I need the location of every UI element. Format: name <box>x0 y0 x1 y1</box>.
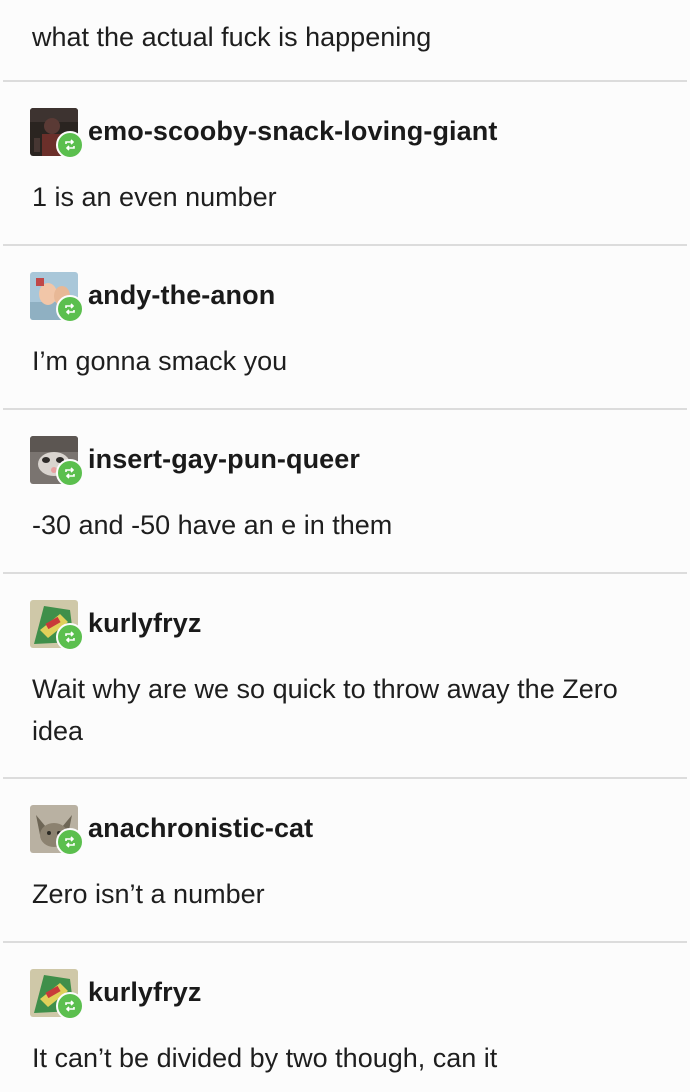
post-divider <box>3 777 687 779</box>
post-username[interactable]: insert-gay-pun-queer <box>88 442 360 476</box>
reblog-icon <box>56 459 84 487</box>
post-text: It can’t be divided by two though, can i… <box>32 1043 498 1073</box>
post-header: kurlyfryz <box>30 969 670 1025</box>
post-header: kurlyfryz <box>30 600 670 656</box>
post-text: 1 is an even number <box>32 182 277 212</box>
post-divider <box>3 572 687 574</box>
reblog-icon <box>56 623 84 651</box>
reblog-icon <box>56 131 84 159</box>
post-text: Wait why are we so quick to throw away t… <box>32 674 618 746</box>
post-username[interactable]: emo-scooby-snack-loving-giant <box>88 114 497 148</box>
post-text: I’m gonna smack you <box>32 346 288 376</box>
reblog-thread: what the actual fuck is happening emo-sc… <box>0 0 690 1092</box>
post-divider <box>3 408 687 410</box>
post-username[interactable]: anachronistic-cat <box>88 811 313 845</box>
post-header: andy-the-anon <box>30 272 670 328</box>
post-divider <box>3 941 687 943</box>
post-username[interactable]: kurlyfryz <box>88 606 201 640</box>
post-divider <box>3 80 687 82</box>
thread-top-text: what the actual fuck is happening <box>32 22 432 52</box>
post-header: anachronistic-cat <box>30 805 670 861</box>
reblog-icon <box>56 828 84 856</box>
post-text: -30 and -50 have an e in them <box>32 510 393 540</box>
post-username[interactable]: andy-the-anon <box>88 278 275 312</box>
post-header: insert-gay-pun-queer <box>30 436 670 492</box>
post-text: Zero isn’t a number <box>32 879 265 909</box>
post-header: emo-scooby-snack-loving-giant <box>30 108 670 164</box>
reblog-icon <box>56 992 84 1020</box>
reblog-icon <box>56 295 84 323</box>
post-username[interactable]: kurlyfryz <box>88 975 201 1009</box>
post-divider <box>3 244 687 246</box>
